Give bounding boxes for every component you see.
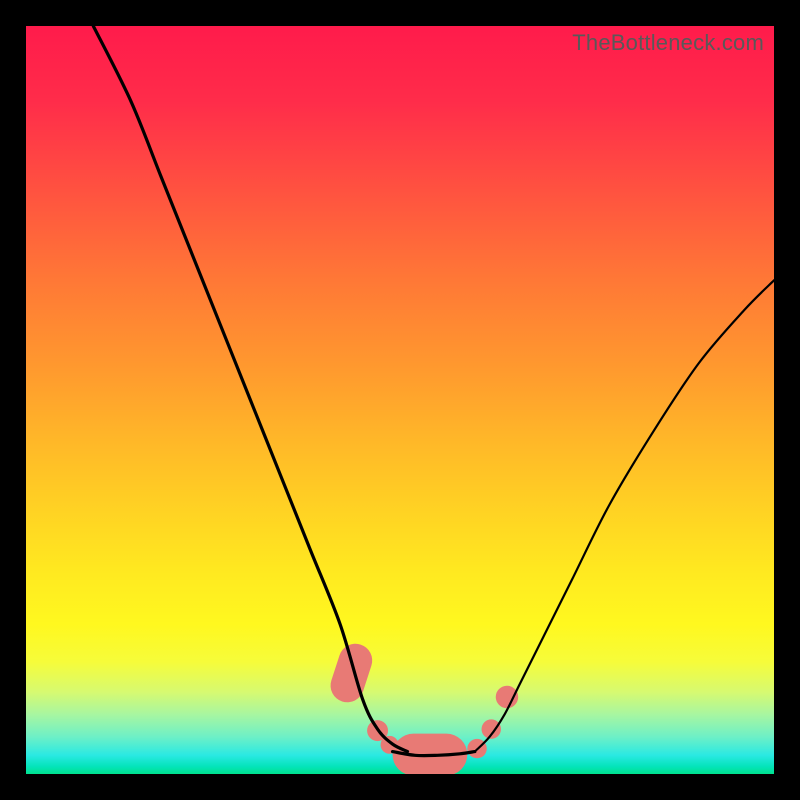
marker-dot (496, 686, 518, 708)
marker-capsule (326, 639, 376, 706)
marker-layer (326, 639, 518, 774)
chart-frame: TheBottleneck.com (0, 0, 800, 800)
plot-area: TheBottleneck.com (26, 26, 774, 774)
curve-layer (93, 26, 774, 756)
series-right-curve (475, 280, 774, 751)
chart-svg (26, 26, 774, 774)
series-left-curve (93, 26, 407, 752)
